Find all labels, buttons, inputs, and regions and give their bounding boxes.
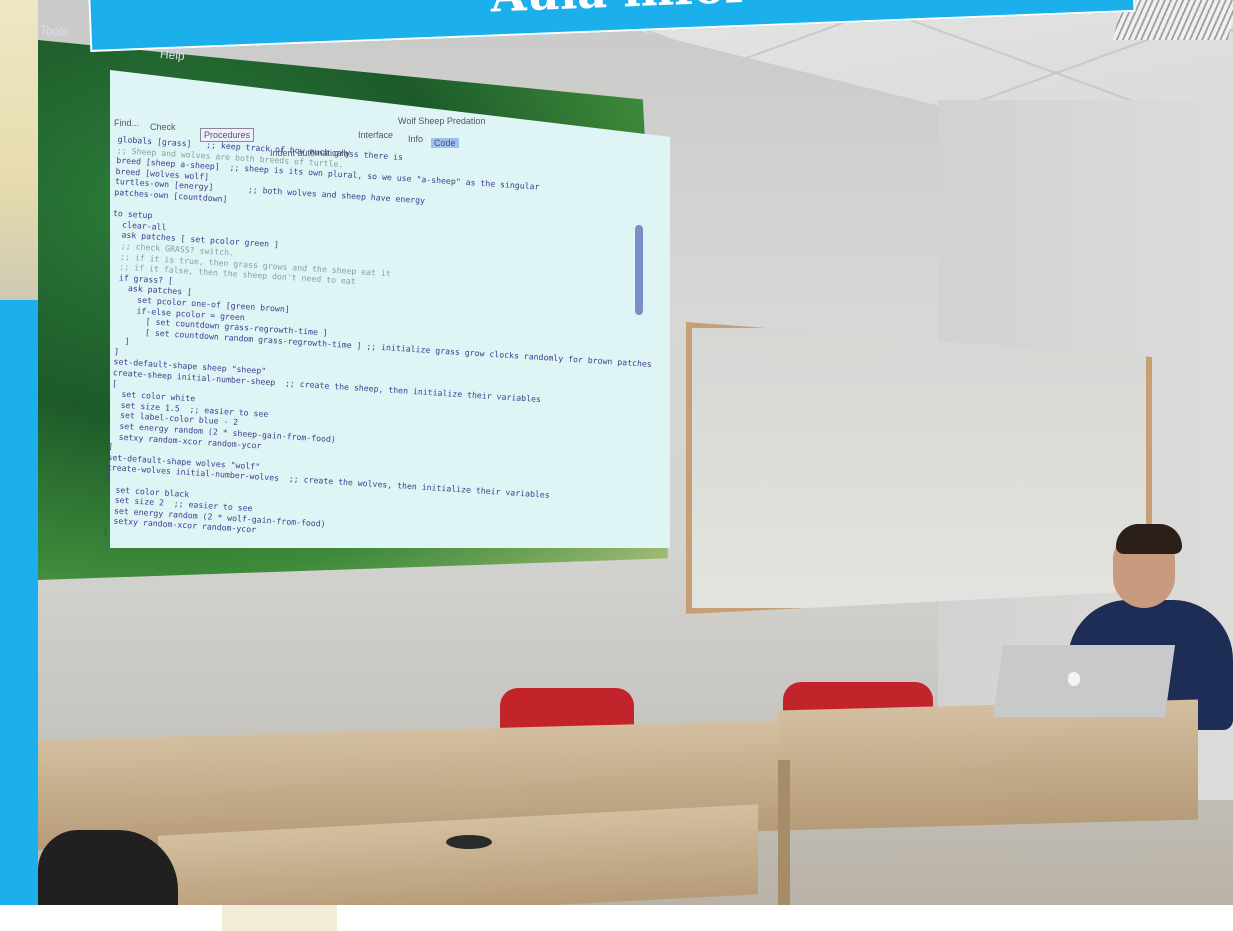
desk-right <box>778 699 1198 831</box>
code-editor: globals [grass] ;; keep track of how muc… <box>93 134 657 570</box>
bottom-background-strip <box>0 905 1233 931</box>
whiteboard <box>686 322 1152 614</box>
tab-interface: Interface <box>358 130 394 140</box>
menu-item-help: Help <box>159 46 186 64</box>
classroom-photo: Tools Help Find... Check Procedures Inde… <box>38 0 1233 905</box>
find-button: Find... <box>114 118 140 128</box>
apple-logo-icon <box>1068 672 1080 686</box>
tab-info: Info <box>408 134 424 144</box>
laptop <box>992 645 1176 717</box>
presenter-hair <box>1116 524 1182 554</box>
banner-title: Aula infor <box>489 0 749 23</box>
tab-code: Code <box>431 138 459 148</box>
menu-item-tools: Tools <box>39 22 69 40</box>
left-background-strip <box>0 0 38 300</box>
code-scrollbar <box>635 225 643 315</box>
window-title: Wolf Sheep Predation <box>398 116 486 126</box>
check-button: Check <box>150 122 176 132</box>
desk-cable-hole <box>446 835 492 849</box>
desk-leg <box>778 760 790 905</box>
